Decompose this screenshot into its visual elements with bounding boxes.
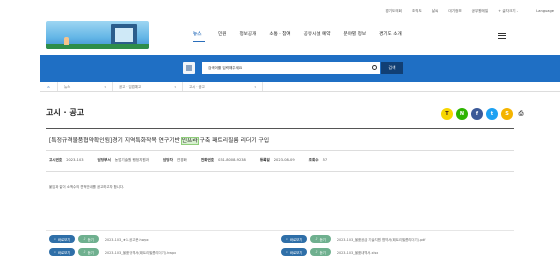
window-shape — [115, 28, 133, 42]
meta-value: 연경화 — [176, 158, 187, 162]
listen-button[interactable]: ♪ 듣기 — [310, 248, 331, 256]
search-placeholder: 검색어를 입력해주세요 — [208, 65, 243, 70]
attachment-filename[interactable]: 2023-103_★1.공고문.hwpx — [105, 237, 149, 242]
search-icon: ⌕ — [54, 237, 56, 241]
attachment-filename[interactable]: 2023-103_물품공급 기술지원 협약서(패트리필름리더기).pdf — [337, 237, 426, 242]
meta-key: 담당자 — [163, 158, 173, 162]
kakao-talk-icon[interactable]: T — [441, 108, 453, 120]
util-link-mail[interactable]: 공무원메일 — [472, 9, 489, 14]
nav-item-about[interactable]: 경기도 소개 — [379, 31, 402, 42]
listen-button[interactable]: ♪ 듣기 — [78, 235, 99, 243]
meta-value: 2023-103 — [66, 158, 84, 162]
post-title-highlight: 인프라 — [180, 137, 199, 145]
post-title-part-1: [특정규격물품협약확인됨]경기 지역특화작목 연구기반 — [49, 138, 182, 144]
post-title-part-2: 구축 패트리필름 리더기 구입 — [197, 138, 270, 144]
nav-item-reservation[interactable]: 공유시설 예약 — [304, 31, 331, 42]
nav-item-news[interactable]: 뉴스 — [193, 31, 205, 42]
home-icon[interactable]: ⌂ — [40, 82, 58, 91]
post-body: 붙임과 같이 소액수의 견적안내를 공고하고자 합니다. — [49, 185, 125, 189]
view-button[interactable]: ⌕ 바로보기 — [49, 248, 76, 256]
search-input[interactable]: 검색어를 입력해주세요 — [202, 62, 380, 74]
meta-key: 전화번호 — [200, 158, 215, 162]
meta-key: 담당부서 — [97, 158, 111, 162]
title-divider — [46, 128, 514, 129]
breadcrumb-level-2[interactable]: 고시 · 공고 ▾ — [183, 82, 263, 91]
view-button[interactable]: ⌕ 바로보기 — [281, 248, 308, 256]
search-icon: ⌕ — [54, 250, 56, 254]
meta-value: 031-8008-9238 — [218, 158, 246, 162]
post-title: [특정규격물품협약확인됨]경기 지역특화작목 연구기반 인프라 구축 패트리필름… — [49, 135, 270, 145]
search-button[interactable]: 검색 — [381, 62, 403, 74]
speaker-icon: ♪ — [83, 237, 86, 241]
nav-item-field-info[interactable]: 분야별 정보 — [343, 31, 366, 42]
kakao-story-icon[interactable]: S — [501, 108, 513, 120]
listen-button[interactable]: ♪ 듣기 — [310, 235, 331, 243]
meta-value: 2023-08-09 — [273, 158, 295, 162]
util-link-org[interactable]: 조직도 — [412, 9, 422, 14]
naver-band-icon[interactable]: N — [456, 108, 468, 120]
view-button[interactable]: ⌕ 바로보기 — [49, 235, 76, 243]
meta-value: 57 — [322, 158, 328, 162]
view-button[interactable]: ⌕ 바로보기 — [281, 235, 308, 243]
menu-icon[interactable] — [498, 33, 506, 39]
breadcrumb-level-0[interactable]: 뉴스 ▾ — [58, 82, 113, 91]
attachment-filename[interactable]: 2023-103_물품내역서.xlsx — [337, 250, 378, 255]
share-icons: T N f t S ⎙ — [441, 108, 526, 120]
language-select[interactable]: Language — [536, 9, 554, 13]
breadcrumb-level-1[interactable]: 공고 · 입법예고 ▾ — [113, 82, 183, 91]
search-logo-icon — [183, 62, 195, 74]
utility-bar: 경기도의회 조직도 날씨 대기정보 공무원메일 + 글자크기 - Languag… — [385, 9, 554, 14]
nav-item-info[interactable]: 정보공개 — [239, 31, 256, 42]
person-shape — [64, 37, 69, 45]
meta-value: 농업기술원 행정지원과 — [114, 158, 149, 162]
attachment-filename[interactable]: 2023-103_물품규격서(패트리필름리더기).hwpx — [105, 250, 176, 255]
attachment-divider — [46, 230, 514, 231]
util-link-weather[interactable]: 날씨 — [432, 9, 439, 14]
facebook-icon[interactable]: f — [471, 108, 483, 120]
speaker-icon: ♪ — [83, 250, 86, 254]
main-nav: 뉴스 민원 정보공개 소통 · 참여 공유시설 예약 분야별 정보 경기도 소개 — [193, 31, 402, 42]
nav-item-civil[interactable]: 민원 — [218, 31, 226, 42]
meta-key: 고시번호 — [49, 158, 63, 162]
speaker-icon: ♪ — [315, 237, 318, 241]
twitter-icon[interactable]: t — [486, 108, 498, 120]
breadcrumb: ⌂ 뉴스 ▾ 공고 · 입법예고 ▾ 고시 · 공고 ▾ — [40, 82, 560, 92]
search-icon: ⌕ — [286, 250, 288, 254]
meta-key: 등록일 — [259, 158, 270, 162]
header-banner-image[interactable] — [46, 21, 149, 49]
attachment-item: ⌕ 바로보기 ♪ 듣기 2023-103_물품규격서(패트리필름리더기).hwpx — [49, 248, 176, 256]
meta-key: 조회수 — [308, 158, 319, 162]
speaker-icon: ♪ — [315, 250, 318, 254]
font-size-control[interactable]: + 글자크기 - — [498, 9, 518, 14]
nav-item-participation[interactable]: 소통 · 참여 — [269, 31, 290, 42]
title-bottom-divider — [46, 150, 514, 151]
search-icon[interactable] — [372, 65, 377, 70]
print-icon[interactable]: ⎙ — [516, 108, 526, 120]
attachment-item: ⌕ 바로보기 ♪ 듣기 2023-103_물품내역서.xlsx — [281, 248, 378, 256]
util-link-air[interactable]: 대기정보 — [448, 9, 461, 14]
listen-button[interactable]: ♪ 듣기 — [78, 248, 99, 256]
attachment-item: ⌕ 바로보기 ♪ 듣기 2023-103_물품공급 기술지원 협약서(패트리필름리더… — [281, 235, 425, 243]
meta-divider — [46, 171, 514, 172]
attachment-item: ⌕ 바로보기 ♪ 듣기 2023-103_★1.공고문.hwpx — [49, 235, 149, 243]
grass-shape — [46, 44, 149, 49]
post-meta: 고시번호 2023-103 담당부서 농업기술원 행정지원과 담당자 연경화 전화번호… — [49, 158, 341, 163]
search-icon: ⌕ — [286, 237, 288, 241]
util-link-assembly[interactable]: 경기도의회 — [385, 9, 402, 14]
page-title: 고시 · 공고 — [46, 108, 85, 117]
